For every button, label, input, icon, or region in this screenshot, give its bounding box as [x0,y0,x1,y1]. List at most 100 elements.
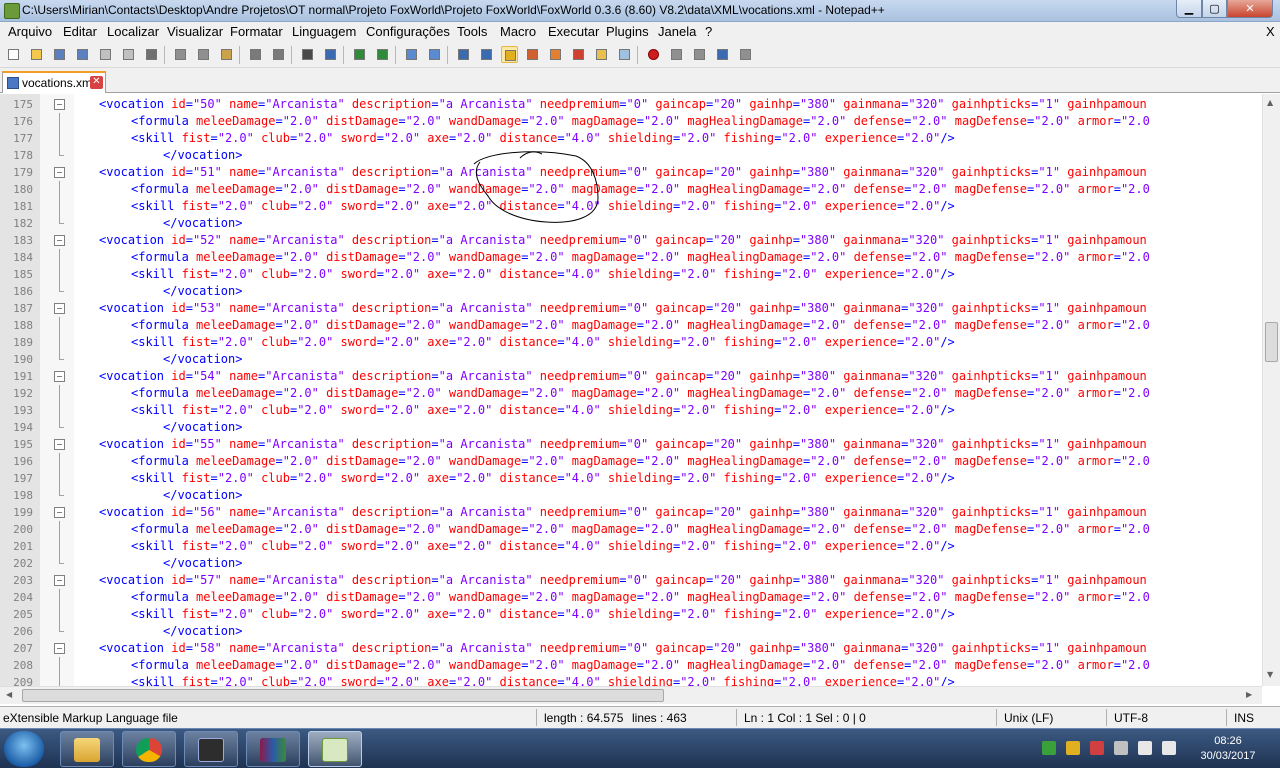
close-document-button[interactable]: X [1266,24,1275,39]
save-all-icon[interactable] [74,46,91,63]
code-line[interactable]: 179 <vocation id="51" name="Arcanista" de… [0,164,1262,181]
code-line[interactable]: 199 <vocation id="56" name="Arcanista" de… [0,504,1262,521]
menu-editar[interactable]: Editar [63,24,97,39]
code-line[interactable]: 186 </vocation> [0,283,1262,300]
sync-horizontal-icon[interactable] [426,46,443,63]
close-window-button[interactable]: ✕ [1227,0,1273,18]
code-line[interactable]: 187 <vocation id="53" name="Arcanista" de… [0,300,1262,317]
scroll-right-arrow-icon[interactable]: ▶ [1246,690,1252,699]
play-macro-icon[interactable] [691,46,708,63]
taskbar-chrome[interactable] [122,731,176,767]
taskbar-server-console[interactable] [184,731,238,767]
taskbar-notepadpp[interactable] [308,731,362,767]
menu-linguagem[interactable]: Linguagem [292,24,356,39]
code-line[interactable]: 209 <skill fist="2.0" club="2.0" sword="2… [0,674,1262,686]
code-line[interactable]: 201 <skill fist="2.0" club="2.0" sword="2… [0,538,1262,555]
fold-toggle-icon[interactable] [54,371,65,382]
code-line[interactable]: 191 <vocation id="54" name="Arcanista" de… [0,368,1262,385]
tray-flag-icon[interactable] [1090,741,1104,755]
redo-icon[interactable] [270,46,287,63]
scroll-up-arrow-icon[interactable]: ▲ [1267,98,1273,107]
tray-update-icon[interactable] [1066,741,1080,755]
scroll-down-arrow-icon[interactable]: ▼ [1267,670,1273,679]
code-line[interactable]: 182 </vocation> [0,215,1262,232]
minimize-button[interactable]: ▁ [1176,0,1202,18]
code-line[interactable]: 180 <formula meleeDamage="2.0" distDamage… [0,181,1262,198]
fold-toggle-icon[interactable] [54,235,65,246]
record-macro-icon[interactable] [645,46,662,63]
menu-tools[interactable]: Tools [457,24,487,39]
copy-icon[interactable] [195,46,212,63]
open-file-icon[interactable] [28,46,45,63]
cut-icon[interactable] [172,46,189,63]
code-line[interactable]: 177 <skill fist="2.0" club="2.0" sword="2… [0,130,1262,147]
taskbar-clock[interactable]: 08:26 30/03/2017 [1190,734,1266,764]
close-all-icon[interactable] [120,46,137,63]
fold-toggle-icon[interactable] [54,439,65,450]
code-line[interactable]: 185 <skill fist="2.0" club="2.0" sword="2… [0,266,1262,283]
tray-app-icon[interactable] [1042,741,1056,755]
code-line[interactable]: 202 </vocation> [0,555,1262,572]
tab-vocations-xml[interactable]: vocations.xml ✕ [2,71,106,93]
tray-device-icon[interactable] [1114,741,1128,755]
menu-localizar[interactable]: Localizar [107,24,159,39]
code-line[interactable]: 203 <vocation id="57" name="Arcanista" de… [0,572,1262,589]
user-language-icon[interactable] [524,46,541,63]
code-line[interactable]: 198 </vocation> [0,487,1262,504]
menu-janela[interactable]: Janela [658,24,696,39]
scroll-left-arrow-icon[interactable]: ◀ [6,690,12,699]
code-line[interactable]: 207 <vocation id="58" name="Arcanista" de… [0,640,1262,657]
close-icon[interactable] [97,46,114,63]
code-line[interactable]: 196 <formula meleeDamage="2.0" distDamage… [0,453,1262,470]
fold-toggle-icon[interactable] [54,167,65,178]
code-line[interactable]: 194 </vocation> [0,419,1262,436]
fold-toggle-icon[interactable] [54,303,65,314]
code-line[interactable]: 181 <skill fist="2.0" club="2.0" sword="2… [0,198,1262,215]
code-line[interactable]: 195 <vocation id="55" name="Arcanista" de… [0,436,1262,453]
print-icon[interactable] [143,46,160,63]
zoom-out-icon[interactable] [374,46,391,63]
menu-macro[interactable]: Macro [500,24,536,39]
code-line[interactable]: 175 <vocation id="50" name="Arcanista" de… [0,96,1262,113]
taskbar-explorer[interactable] [60,731,114,767]
horizontal-scrollbar[interactable]: ◀ ▶ [0,686,1262,704]
undo-icon[interactable] [247,46,264,63]
save-macro-icon[interactable] [737,46,754,63]
menu-plugins[interactable]: Plugins [606,24,649,39]
start-button[interactable] [4,731,44,767]
indent-guide-icon[interactable] [501,46,518,63]
replace-icon[interactable] [322,46,339,63]
fold-toggle-icon[interactable] [54,99,65,110]
menu-formatar[interactable]: Formatar [230,24,283,39]
code-line[interactable]: 189 <skill fist="2.0" club="2.0" sword="2… [0,334,1262,351]
code-line[interactable]: 200 <formula meleeDamage="2.0" distDamage… [0,521,1262,538]
network-signal-icon[interactable] [1138,741,1152,755]
monitoring-icon[interactable] [616,46,633,63]
zoom-in-icon[interactable] [351,46,368,63]
fold-toggle-icon[interactable] [54,575,65,586]
menu-configuracoes[interactable]: Configurações [366,24,450,39]
title-bar[interactable]: C:\Users\Mirian\Contacts\Desktop\Andre P… [0,0,1280,22]
code-line[interactable]: 208 <formula meleeDamage="2.0" distDamage… [0,657,1262,674]
code-line[interactable]: 183 <vocation id="52" name="Arcanista" de… [0,232,1262,249]
tab-close-button[interactable]: ✕ [90,76,103,89]
run-macro-multiple-icon[interactable] [714,46,731,63]
new-file-icon[interactable] [5,46,22,63]
volume-icon[interactable] [1162,741,1176,755]
save-icon[interactable] [51,46,68,63]
code-line[interactable]: 192 <formula meleeDamage="2.0" distDamage… [0,385,1262,402]
vertical-scrollbar[interactable]: ▲ ▼ [1262,94,1280,686]
code-editor[interactable]: 175 <vocation id="50" name="Arcanista" de… [0,94,1262,686]
code-line[interactable]: 178 </vocation> [0,147,1262,164]
show-all-chars-icon[interactable] [478,46,495,63]
code-line[interactable]: 205 <skill fist="2.0" club="2.0" sword="2… [0,606,1262,623]
find-icon[interactable] [299,46,316,63]
fold-toggle-icon[interactable] [54,643,65,654]
code-line[interactable]: 190 </vocation> [0,351,1262,368]
code-line[interactable]: 204 <formula meleeDamage="2.0" distDamage… [0,589,1262,606]
code-line[interactable]: 188 <formula meleeDamage="2.0" distDamage… [0,317,1262,334]
code-line[interactable]: 184 <formula meleeDamage="2.0" distDamage… [0,249,1262,266]
stop-macro-icon[interactable] [668,46,685,63]
menu-executar[interactable]: Executar [548,24,599,39]
menu-help[interactable]: ? [705,24,712,39]
